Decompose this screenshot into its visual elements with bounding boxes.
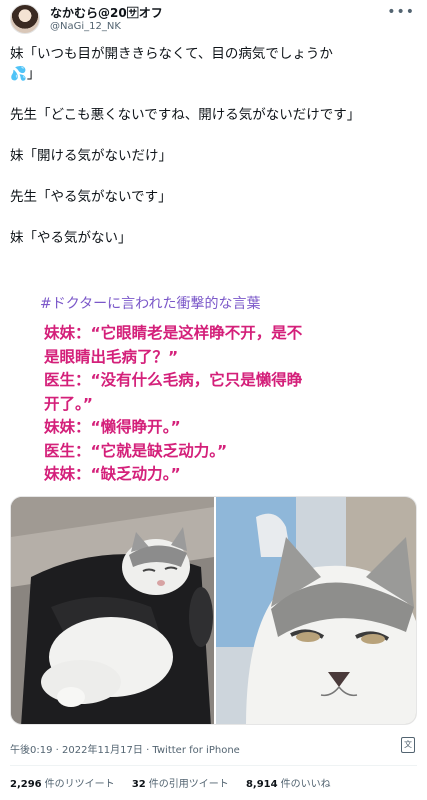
- cat-photo-left[interactable]: [11, 497, 214, 724]
- hashtag-title[interactable]: #ドクターに言われた衝撃的な言葉: [40, 293, 260, 313]
- tweet-text: 妹「いつも目が開ききらなくて、目の病気でしょうか 💦」 先生「どこも悪くないですね…: [10, 44, 420, 269]
- user-handle[interactable]: @NaGi_12_NK: [50, 21, 121, 32]
- divider: [10, 765, 417, 766]
- cat-face-image: [216, 497, 416, 724]
- tweet-line-5: 妹「やる気がない」: [10, 230, 132, 246]
- sweat-droplets-emoji: 💦: [10, 66, 27, 82]
- tweet-line-2: 先生「どこも悪くないですね、開ける気がないだけです」: [10, 107, 361, 123]
- tweet-line-3: 妹「開ける気がないだけ」: [10, 148, 172, 164]
- avatar[interactable]: [10, 4, 40, 34]
- tweet-header: なかむら@20🈂オフ @NaGi_12_NK •••: [0, 0, 427, 44]
- quotes-stat[interactable]: 32 件の引用ツイート: [132, 779, 229, 790]
- tweet-line-4: 先生「やる気がないです」: [10, 189, 172, 205]
- cat-photo-right[interactable]: [216, 497, 416, 724]
- tweet-stats: 2,296 件のリツイート 32 件の引用ツイート 8,914 件のいいね: [10, 775, 345, 790]
- tweet-line-1: 妹「いつも目が開ききらなくて、目の病気でしょうか 💦」: [10, 46, 333, 82]
- retweets-stat[interactable]: 2,296 件のリツイート: [10, 779, 115, 790]
- display-name[interactable]: なかむら@20🈂オフ: [50, 4, 163, 21]
- tweet-timestamp[interactable]: 午後0:19 · 2022年11月17日 · Twitter for iPhon…: [10, 741, 240, 756]
- translate-icon[interactable]: 文: [401, 737, 415, 753]
- media-grid: [10, 496, 417, 725]
- likes-stat[interactable]: 8,914 件のいいね: [246, 779, 331, 790]
- more-dots-icon[interactable]: •••: [387, 4, 415, 20]
- cat-lying-image: [11, 497, 214, 724]
- chinese-caption: 妹妹：“它眼睛老是这样睁不开，是不 是眼睛出毛病了？” 医生：“没有什么毛病，它…: [44, 324, 303, 483]
